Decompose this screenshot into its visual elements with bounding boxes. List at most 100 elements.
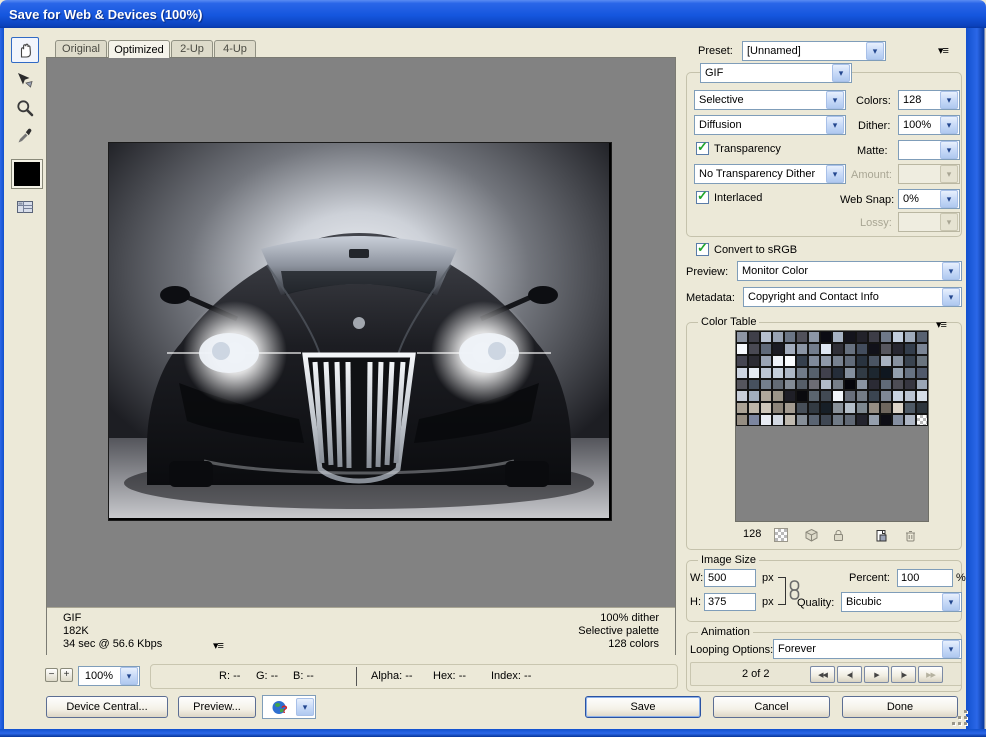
color-swatch[interactable] (736, 343, 748, 355)
color-swatch[interactable] (916, 402, 928, 414)
color-swatch[interactable] (820, 379, 832, 391)
color-swatch[interactable] (880, 331, 892, 343)
color-swatch[interactable] (760, 367, 772, 379)
color-swatch[interactable] (844, 343, 856, 355)
color-swatch[interactable] (796, 414, 808, 426)
previous-frame-button[interactable]: ◀| (837, 666, 862, 683)
color-swatch[interactable] (904, 367, 916, 379)
transparency-checkbox[interactable]: ✓ (696, 142, 709, 155)
done-button[interactable]: Done (842, 696, 958, 718)
browser-select-split-button[interactable]: ? ▾ (262, 695, 316, 719)
color-swatch[interactable] (784, 402, 796, 414)
zoom-tool-button[interactable] (11, 95, 39, 121)
color-swatch[interactable] (796, 390, 808, 402)
color-swatch[interactable] (772, 331, 784, 343)
color-swatch[interactable] (892, 379, 904, 391)
color-swatch[interactable] (832, 414, 844, 426)
color-swatch[interactable] (796, 343, 808, 355)
color-swatch[interactable] (904, 355, 916, 367)
color-swatch[interactable] (772, 379, 784, 391)
optimized-preview-image[interactable] (108, 142, 612, 521)
color-swatch[interactable] (904, 379, 916, 391)
color-swatch[interactable] (748, 355, 760, 367)
color-swatch[interactable] (892, 402, 904, 414)
color-swatch[interactable] (832, 355, 844, 367)
color-swatch[interactable] (916, 379, 928, 391)
color-swatch[interactable] (868, 390, 880, 402)
color-swatch[interactable] (796, 331, 808, 343)
color-swatch[interactable] (796, 379, 808, 391)
color-swatch[interactable] (856, 331, 868, 343)
color-swatch[interactable] (880, 379, 892, 391)
download-speed-flyout-icon[interactable]: ▾≡ (213, 639, 223, 652)
transparency-dither-select[interactable]: No Transparency Dither ▾ (694, 164, 846, 184)
color-swatch[interactable] (844, 414, 856, 426)
color-swatch[interactable] (736, 367, 748, 379)
next-frame-button[interactable]: |▶ (891, 666, 916, 683)
color-swatch[interactable] (904, 331, 916, 343)
zoom-out-button[interactable]: − (45, 668, 58, 682)
color-swatch[interactable] (784, 343, 796, 355)
color-swatch[interactable] (736, 331, 748, 343)
color-swatch[interactable] (868, 331, 880, 343)
color-swatch[interactable] (844, 331, 856, 343)
tab-original[interactable]: Original (55, 40, 107, 57)
percent-field[interactable] (897, 569, 953, 587)
color-swatch[interactable] (772, 402, 784, 414)
color-swatch[interactable] (904, 390, 916, 402)
color-swatch[interactable] (880, 367, 892, 379)
delete-color-trash-icon[interactable] (902, 527, 918, 543)
color-swatch[interactable] (868, 379, 880, 391)
color-swatch[interactable] (832, 390, 844, 402)
color-swatch[interactable] (748, 390, 760, 402)
color-swatch[interactable] (760, 331, 772, 343)
color-swatch[interactable] (856, 379, 868, 391)
color-swatch[interactable] (748, 402, 760, 414)
color-swatch[interactable] (892, 331, 904, 343)
color-swatch[interactable] (784, 355, 796, 367)
color-swatch[interactable] (760, 402, 772, 414)
color-swatch[interactable] (736, 379, 748, 391)
color-swatch[interactable] (772, 355, 784, 367)
tab-4up[interactable]: 4-Up (214, 40, 256, 57)
file-format-select[interactable]: GIF ▾ (700, 63, 852, 83)
color-swatch[interactable] (856, 390, 868, 402)
color-swatch[interactable] (748, 331, 760, 343)
color-swatch[interactable] (760, 414, 772, 426)
color-swatch[interactable] (892, 343, 904, 355)
color-swatch[interactable] (820, 414, 832, 426)
save-button[interactable]: Save (585, 696, 701, 718)
color-swatch[interactable] (844, 390, 856, 402)
color-swatch[interactable] (868, 367, 880, 379)
color-swatch[interactable] (760, 355, 772, 367)
color-reduction-select[interactable]: Selective ▾ (694, 90, 846, 110)
device-central-button[interactable]: Device Central... (46, 696, 168, 718)
play-button[interactable]: ▶ (864, 666, 889, 683)
preset-select[interactable]: [Unnamed] ▾ (742, 41, 886, 61)
color-swatch[interactable] (820, 402, 832, 414)
color-swatch[interactable] (772, 414, 784, 426)
color-swatch[interactable] (856, 355, 868, 367)
color-swatch[interactable] (856, 343, 868, 355)
color-swatch[interactable] (760, 343, 772, 355)
height-field[interactable] (704, 593, 756, 611)
zoom-in-button[interactable]: + (60, 668, 73, 682)
color-swatch[interactable] (856, 402, 868, 414)
color-swatch[interactable] (808, 343, 820, 355)
color-swatch[interactable] (832, 367, 844, 379)
color-swatch[interactable] (892, 414, 904, 426)
color-swatch[interactable] (916, 343, 928, 355)
color-swatch[interactable] (880, 390, 892, 402)
tab-2up[interactable]: 2-Up (171, 40, 213, 57)
color-swatch[interactable] (820, 331, 832, 343)
colors-select[interactable]: 128 ▾ (898, 90, 960, 110)
color-table-menu-icon[interactable]: ▾≡ (936, 318, 946, 331)
color-swatch[interactable] (736, 414, 748, 426)
color-swatch[interactable] (880, 343, 892, 355)
toggle-slices-visibility-button[interactable] (11, 194, 39, 220)
color-swatch[interactable] (748, 343, 760, 355)
color-swatch[interactable] (796, 355, 808, 367)
color-swatch[interactable] (736, 355, 748, 367)
color-swatch[interactable] (892, 367, 904, 379)
interlaced-checkbox[interactable]: ✓ (696, 191, 709, 204)
